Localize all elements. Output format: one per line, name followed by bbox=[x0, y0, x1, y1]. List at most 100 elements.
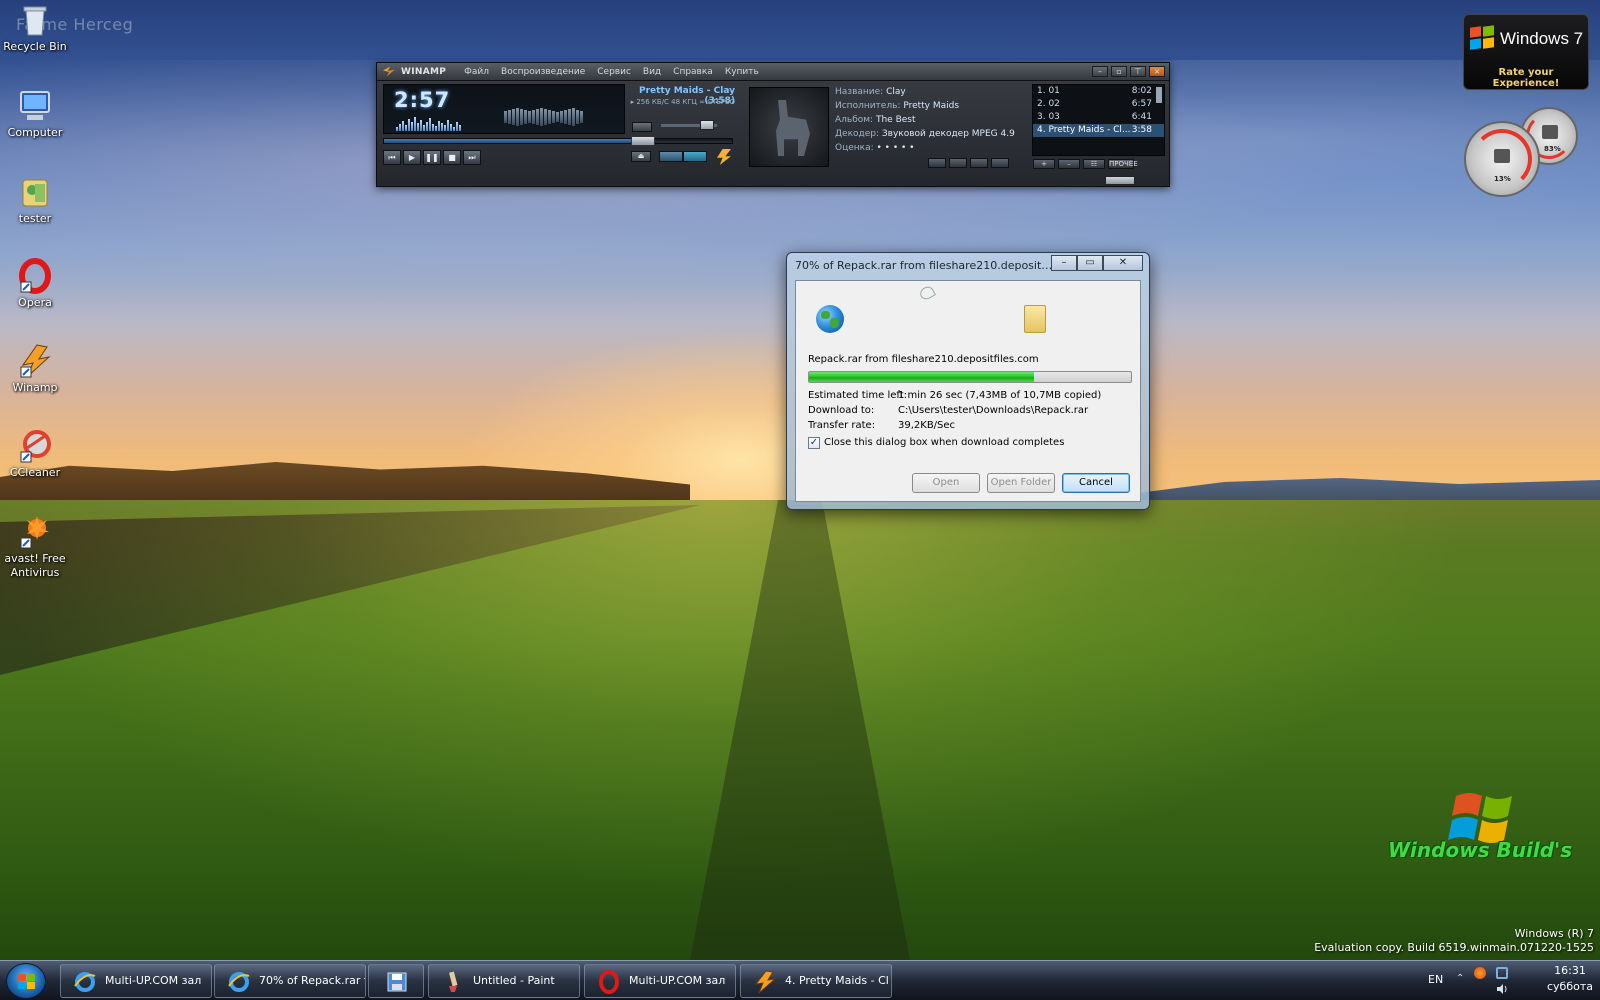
dialog-minimize-button[interactable]: – bbox=[1051, 255, 1077, 271]
winamp-menu-tools[interactable]: Сервис bbox=[597, 67, 631, 77]
winamp-seek-thumb[interactable] bbox=[631, 136, 655, 146]
winamp-info-decoder: Декодер: Звуковой декодер MPEG 4.9 bbox=[835, 129, 1015, 139]
winamp-pin-button[interactable]: ⊤ bbox=[1130, 66, 1146, 77]
winamp-album-art[interactable] bbox=[749, 87, 829, 167]
close-when-done-label[interactable]: Close this dialog box when download comp… bbox=[824, 437, 1064, 448]
windows7-rate-link[interactable]: Rate your Experience! bbox=[1464, 67, 1588, 89]
winamp-time[interactable]: 2:57 bbox=[394, 88, 450, 112]
cpu-drive-icon bbox=[1494, 149, 1510, 163]
taskbar-button-opera[interactable]: Multi-UP.COM зал bbox=[584, 964, 736, 998]
download-dialog-title[interactable]: 70% of Repack.rar from fileshare210.depo… bbox=[795, 259, 1057, 272]
winamp-repeat-button[interactable] bbox=[683, 151, 707, 162]
winamp-seek-bar[interactable] bbox=[383, 136, 733, 146]
taskbar-button-label: Multi-UP.COM зал bbox=[629, 974, 726, 987]
winamp-playlist[interactable]: 1. 01 8:02 2. 02 6:57 3. 03 6:41 4. Pretty … bbox=[1032, 84, 1165, 156]
close-when-done-checkbox[interactable]: ✓ bbox=[808, 437, 820, 449]
desktop-icon-label: Winamp bbox=[12, 381, 58, 394]
playlist-item[interactable]: 3. 03 6:41 bbox=[1033, 111, 1164, 124]
visualizer-bar bbox=[399, 124, 401, 131]
winamp-more-button[interactable] bbox=[991, 158, 1009, 168]
winamp-icon bbox=[754, 970, 777, 994]
playlist-misc-button[interactable]: ПРОЧЕЕ bbox=[1108, 159, 1138, 169]
winamp-eq-graph bbox=[504, 107, 588, 127]
playlist-item[interactable]: 2. 02 6:57 bbox=[1033, 98, 1164, 111]
winamp-volume-slider[interactable] bbox=[661, 120, 717, 130]
cancel-button[interactable]: Cancel bbox=[1062, 473, 1130, 493]
desktop-icon-ccleaner[interactable]: CCleaner bbox=[0, 428, 70, 480]
winamp-menu-file[interactable]: Файл bbox=[464, 67, 489, 77]
winamp-titlebar[interactable]: WINAMP Файл Воспроизведение Сервис Вид С… bbox=[377, 63, 1169, 81]
winamp-pause-button[interactable]: ❚❚ bbox=[423, 150, 441, 165]
dialog-maximize-button[interactable]: ▭ bbox=[1077, 255, 1103, 271]
taskbar-button-save[interactable] bbox=[368, 964, 424, 998]
winamp-visualizer[interactable] bbox=[396, 115, 466, 131]
winamp-send-button[interactable] bbox=[970, 158, 988, 168]
taskbar-button-winamp[interactable]: 4. Pretty Maids - Cl bbox=[740, 964, 892, 998]
taskbar-button-ie-download[interactable]: 70% of Repack.rar f bbox=[214, 964, 366, 998]
winamp-prev-button[interactable]: ⏮ bbox=[383, 150, 401, 165]
desktop-icon-recycle-bin[interactable]: Recycle Bin bbox=[0, 2, 70, 54]
taskbar-button-ie-multiup[interactable]: Multi-UP.COM зал bbox=[60, 964, 212, 998]
volume-tray-icon[interactable] bbox=[1496, 983, 1508, 995]
winamp-info-button[interactable] bbox=[928, 158, 946, 168]
visualizer-bar bbox=[456, 122, 458, 131]
desktop-icon-avast[interactable]: avast! Free Antivirus bbox=[0, 514, 70, 580]
winamp-shade-button[interactable]: ▫ bbox=[1111, 66, 1127, 77]
taskbar-button-label: Untitled - Paint bbox=[473, 974, 555, 987]
network-tray-icon[interactable] bbox=[1496, 967, 1508, 979]
start-button[interactable] bbox=[6, 963, 46, 999]
winamp-minimize-button[interactable]: – bbox=[1092, 66, 1108, 77]
estimated-time-label: Estimated time left: bbox=[808, 390, 908, 401]
avast-tray-icon[interactable] bbox=[1474, 967, 1486, 979]
winamp-menu-playback[interactable]: Воспроизведение bbox=[501, 67, 585, 77]
playlist-scrollbar[interactable] bbox=[1156, 87, 1162, 103]
open-button[interactable]: Open bbox=[912, 473, 980, 493]
download-filename: Repack.rar from fileshare210.depositfile… bbox=[808, 354, 1039, 365]
tray-clock[interactable]: 16:31 суббота bbox=[1542, 963, 1598, 995]
visualizer-bar bbox=[411, 122, 413, 131]
winamp-info-rating[interactable]: Оценка: • • • • • bbox=[835, 141, 1015, 155]
winamp-next-button[interactable]: ⏭ bbox=[463, 150, 481, 165]
windows7-gadget[interactable]: Windows 7 Rate your Experience! bbox=[1463, 14, 1589, 90]
tray-language[interactable]: EN bbox=[1428, 973, 1443, 986]
winamp-shuffle-button[interactable] bbox=[659, 151, 683, 162]
playlist-remove-button[interactable]: – bbox=[1058, 159, 1080, 169]
desktop-icon-tester[interactable]: tester bbox=[0, 174, 70, 226]
eval-line-1: Windows (R) 7 bbox=[1514, 927, 1594, 940]
visualizer-bar bbox=[438, 121, 440, 131]
windows-start-icon bbox=[18, 974, 35, 989]
desktop-icon-computer[interactable]: Computer bbox=[0, 88, 70, 140]
playlist-item[interactable]: 1. 01 8:02 bbox=[1033, 85, 1164, 98]
winamp-lightning-icon[interactable] bbox=[717, 149, 731, 165]
winamp-menu-help[interactable]: Справка bbox=[673, 67, 713, 77]
winamp-menu-buy[interactable]: Купить bbox=[725, 67, 759, 77]
playlist-item-active[interactable]: 4. Pretty Maids - Cl... 3:58 bbox=[1033, 124, 1164, 137]
winamp-stop-button[interactable]: ■ bbox=[443, 150, 461, 165]
winamp-window[interactable]: WINAMP Файл Воспроизведение Сервис Вид С… bbox=[376, 62, 1170, 187]
playlist-select-button[interactable]: ☷ bbox=[1083, 159, 1105, 169]
open-folder-button[interactable]: Open Folder bbox=[987, 473, 1055, 493]
desktop-icon-label: Computer bbox=[7, 126, 63, 139]
visualizer-bar bbox=[432, 124, 434, 131]
desktop-icon-opera[interactable]: Opera bbox=[0, 258, 70, 310]
tray-expand-icon[interactable]: ⌃ bbox=[1456, 973, 1464, 984]
windows-builds-text: Windows Build's bbox=[1388, 838, 1573, 862]
winamp-volume-thumb[interactable] bbox=[699, 120, 714, 130]
winamp-collapse-button[interactable] bbox=[1105, 176, 1135, 185]
cpu-meter-gadget[interactable]: 83% 13% bbox=[1464, 107, 1594, 197]
ccleaner-icon bbox=[17, 428, 53, 464]
dialog-close-button[interactable]: ✕ bbox=[1103, 255, 1143, 271]
winamp-menu-view[interactable]: Вид bbox=[643, 67, 661, 77]
desktop-icon-winamp[interactable]: Winamp bbox=[0, 343, 70, 395]
winamp-close-button[interactable]: × bbox=[1149, 66, 1165, 77]
visualizer-bar bbox=[417, 123, 419, 131]
winamp-balance-button[interactable] bbox=[632, 122, 652, 132]
visualizer-bar bbox=[414, 117, 416, 131]
winamp-eject-button[interactable]: ⏏ bbox=[631, 151, 651, 162]
download-dialog[interactable]: 70% of Repack.rar from fileshare210.depo… bbox=[786, 252, 1150, 510]
winamp-search-button[interactable] bbox=[949, 158, 967, 168]
playlist-add-button[interactable]: + bbox=[1033, 159, 1055, 169]
winamp-play-button[interactable]: ▶ bbox=[403, 150, 421, 165]
taskbar-button-paint[interactable]: Untitled - Paint bbox=[428, 964, 580, 998]
opera-icon bbox=[17, 258, 53, 294]
